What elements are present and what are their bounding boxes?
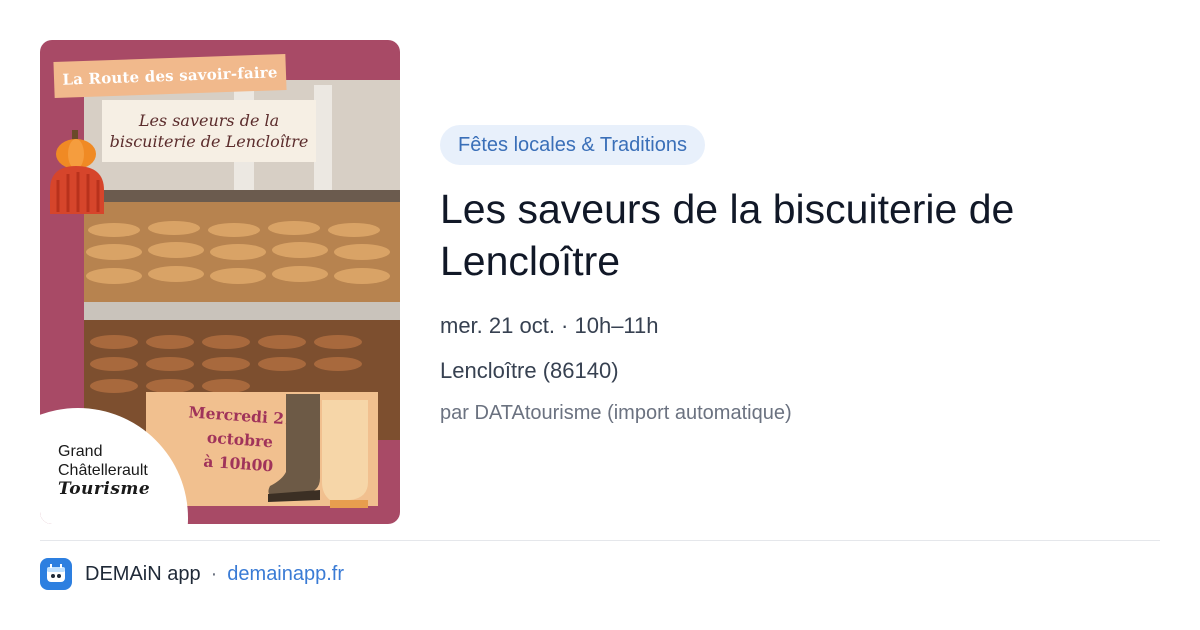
poster-title-line1: Les saveurs de la xyxy=(138,111,280,130)
app-name: DEMAiN app xyxy=(85,562,201,585)
poster-title-line2: biscuiterie de Lencloître xyxy=(109,132,309,151)
boots-icon xyxy=(268,394,368,508)
event-source: par DATAtourisme (import automatique) xyxy=(440,402,792,424)
category-chip[interactable]: Fêtes locales & Traditions xyxy=(440,125,705,165)
poster-title-banner: Les saveurs de la biscuiterie de Lencloî… xyxy=(102,100,316,162)
demain-app-icon[interactable] xyxy=(40,558,72,590)
logo-line1: Grand xyxy=(58,443,103,460)
logo-line2: Châtellerault xyxy=(58,462,148,479)
event-location: Lencloître (86140) xyxy=(440,358,619,383)
divider xyxy=(40,540,1160,541)
footer: DEMAiN app · demainapp.fr xyxy=(40,558,344,590)
logo-line3: Tourisme xyxy=(58,479,151,499)
event-poster-image[interactable]: La Route des savoir-faire Les saveurs de… xyxy=(40,40,400,524)
event-datetime: mer. 21 oct. · 10h–11h xyxy=(440,313,659,338)
pumpkin-icon xyxy=(50,130,104,214)
tourism-logo: Grand Châtellerault Tourisme xyxy=(58,442,150,499)
event-title: Les saveurs de la biscuiterie de Lencloî… xyxy=(440,186,1015,284)
separator: · xyxy=(210,562,218,585)
app-website-link[interactable]: demainapp.fr xyxy=(227,563,344,586)
